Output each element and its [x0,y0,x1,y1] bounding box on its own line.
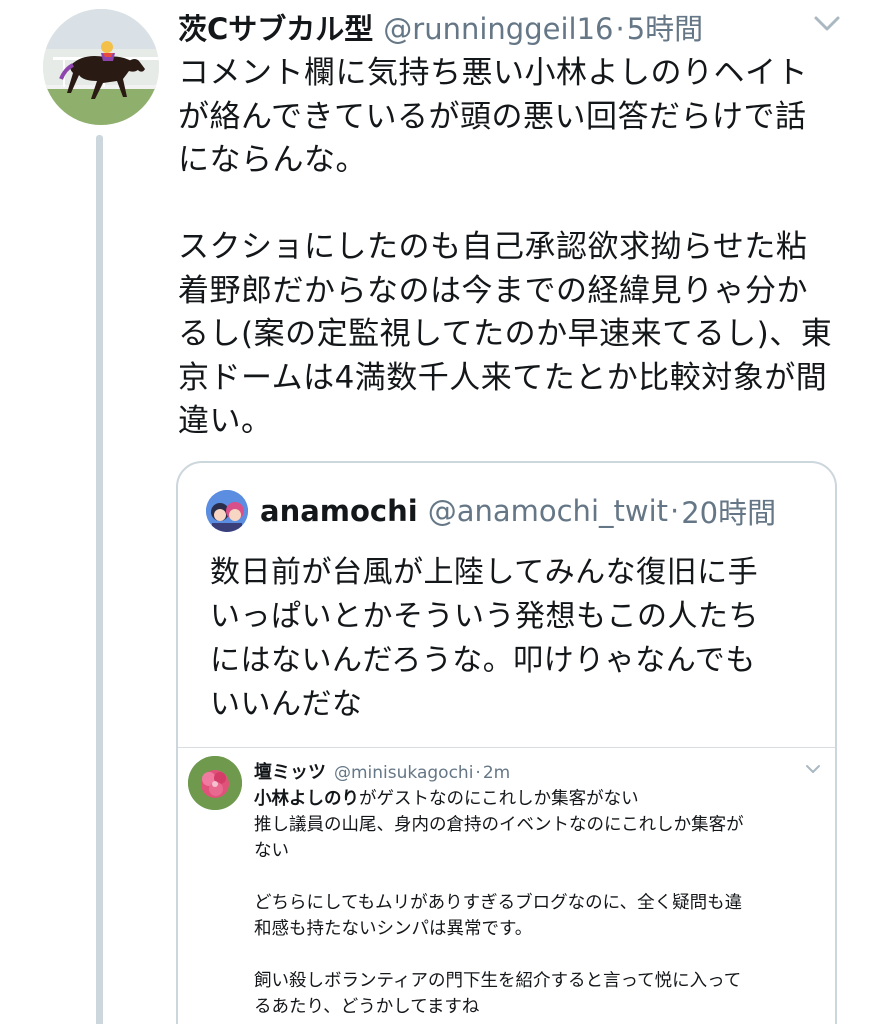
quoted-header-separator: · [670,494,680,528]
embedded-author-avatar [188,756,242,810]
header-separator: · [615,12,625,46]
tweet-text-line: が絡んできているが頭の悪い回答だらけで話 [178,98,807,135]
quoted-tweet-card[interactable]: anamochi @anamochi_twit · 20時間 数日前が台風が上陸… [176,461,837,1024]
author-display-name[interactable]: 茨Cサブカル型 [178,6,373,48]
quoted-tweet-header: anamochi @anamochi_twit · 20時間 [206,490,776,532]
embedded-screenshot-image[interactable]: 壇ミッツ @minisukagochi · 2m 小林よしのりがゲストなのにこれ… [178,747,835,1024]
embedded-text-line: 推し議員の山尾、身内の倉持のイベントなのにこれしか集客が [254,815,744,835]
tweet-timestamp[interactable]: 5時間 [627,6,703,48]
tweet-header: 茨Cサブカル型 @runninggeil16 · 5時間 [178,6,703,46]
embedded-text-line: 和感も持たないシンパは異常です。 [254,919,533,939]
tweet-text-line: にならんな。 [178,142,367,178]
embedded-tweet-timestamp: 2m [482,763,511,783]
quoted-author-avatar [206,490,248,532]
embedded-tweet-header: 壇ミッツ @minisukagochi · 2m [254,758,510,784]
quoted-text-line: いっぱいとかそういう発想もこの人たち [210,599,759,634]
flower-avatar-icon [188,756,242,810]
tweet-text-line: 着野郎だからなのは今までの経緯見りゃ分か [178,272,808,309]
quoted-author-name[interactable]: anamochi [260,494,418,528]
embedded-text-line: 飼い殺しボランティアの門下生を紹介すると言って悦に入って [254,971,742,991]
thread-connector-line [96,135,103,1024]
tweet-body: コメント欄に気持ち悪い小林よしのりヘイト が絡んできているが頭の悪い回答だらけで… [178,52,846,444]
embedded-header-separator: · [475,763,481,783]
chevron-down-icon[interactable] [812,10,842,36]
quoted-author-handle[interactable]: @anamochi_twit [428,494,668,528]
embedded-text-line: ない [254,841,289,861]
tweet-text-line: るし(案の定監視してたのか早速来てるし)、東 [178,316,833,352]
horse-racing-avatar-icon [43,9,159,125]
tweet-text-line: 京ドームは4満数千人来てたとか比較対象が間 [178,359,828,396]
embedded-text-rest: がゲストなのにこれしか集客がない [359,789,639,809]
user-avatar[interactable] [43,9,159,125]
embedded-text-line: 小林よしのりがゲストなのにこれしか集客がない [254,786,824,812]
embedded-text-line: るあたり、どうかしてますね [254,997,480,1017]
embedded-chevron-down-icon [806,765,820,773]
author-handle[interactable]: @runninggeil16 [383,12,613,46]
embedded-author-handle: @minisukagochi [334,763,474,783]
embedded-author-name: 壇ミッツ [254,762,326,783]
quoted-tweet-timestamp: 20時間 [681,496,777,530]
embedded-bold-name: 小林よしのり [254,789,359,809]
anime-characters-avatar-icon [206,490,248,532]
tweet-text-line: 違い。 [178,403,273,439]
tweet-text-line: コメント欄に気持ち悪い小林よしのりヘイト [178,55,808,91]
quoted-text-line: 数日前が台風が上陸してみんな復旧に手 [210,555,759,590]
embedded-text-line: どちらにしてもムリがありすぎるブログなのに、全く疑問も違 [254,893,743,913]
embedded-tweet-body: 小林よしのりがゲストなのにこれしか集客がない 推し議員の山尾、身内の倉持のイベン… [254,786,824,1020]
quoted-text-line: にはないんだろうな。叩けりゃなんでも [210,643,756,678]
quoted-text-line: いいんだな [210,687,363,722]
tweet-text-line: スクショにしたのも自己承認欲求拗らせた粘 [178,229,808,265]
quoted-tweet-body: 数日前が台風が上陸してみんな復旧に手 いっぱいとかそういう発想もこの人たち には… [210,551,810,727]
